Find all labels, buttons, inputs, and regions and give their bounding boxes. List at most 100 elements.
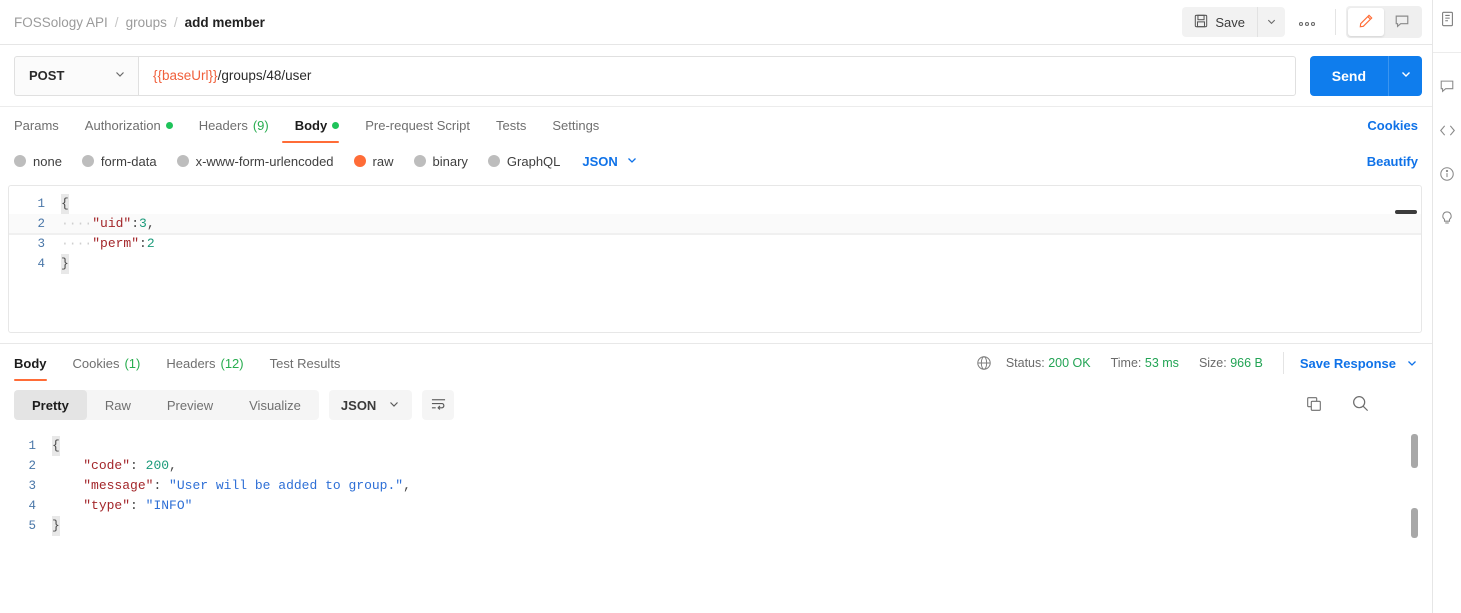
save-response-button[interactable]: Save Response (1300, 356, 1396, 371)
comment-icon[interactable] (1436, 75, 1458, 97)
breadcrumb-folder[interactable]: groups (126, 15, 167, 30)
edit-mode-button[interactable] (1348, 8, 1384, 36)
send-button[interactable]: Send (1309, 55, 1388, 96)
code-line: 2 ···· "uid":3, (9, 214, 1421, 234)
body-type-urlencoded[interactable]: x-www-form-urlencoded (176, 154, 334, 169)
tab-tests-label: Tests (495, 117, 527, 133)
body-row-right: Beautify (1367, 154, 1418, 169)
body-type-none[interactable]: none (14, 154, 62, 169)
response-scrollbar-thumb-top[interactable] (1411, 434, 1418, 468)
code-text: } (52, 516, 60, 536)
response-tab-test-results[interactable]: Test Results (257, 345, 354, 381)
chevron-down-icon (1400, 68, 1412, 83)
view-mode-pretty[interactable]: Pretty (14, 390, 87, 420)
documentation-icon[interactable] (1436, 8, 1458, 30)
tab-pre-request-script[interactable]: Pre-request Script (352, 107, 483, 143)
code-text: } (61, 254, 69, 274)
tab-settings[interactable]: Settings (539, 107, 612, 143)
url-variable: {{baseUrl}} (153, 68, 218, 83)
info-circle-icon[interactable] (1436, 163, 1458, 185)
beautify-link[interactable]: Beautify (1367, 154, 1418, 169)
header-divider (1335, 9, 1336, 35)
request-editor-scrollbar-thumb[interactable] (1395, 210, 1417, 214)
response-body-viewer[interactable]: 1 { 2 "code": 200, 3 "message": "User wi… (0, 428, 1432, 578)
response-scrollbar-thumb-bottom[interactable] (1411, 508, 1418, 538)
body-type-raw[interactable]: raw (353, 154, 394, 169)
breadcrumb-request[interactable]: add member (185, 15, 265, 30)
response-tab-headers[interactable]: Headers (12) (153, 345, 256, 381)
lightbulb-icon[interactable] (1436, 207, 1458, 229)
save-button-group: Save (1182, 7, 1285, 37)
line-number: 4 (37, 257, 45, 271)
radio-graphql-icon (487, 155, 500, 167)
send-options-button[interactable] (1388, 55, 1422, 96)
view-mode-raw[interactable]: Raw (87, 390, 149, 420)
ellipsis-icon (1298, 14, 1316, 31)
copy-icon[interactable] (1305, 395, 1323, 416)
chevron-down-icon (114, 68, 126, 83)
request-code-area[interactable]: 1 { 2 ···· "uid":3, 3 ···· "perm":2 4 } (9, 186, 1421, 274)
search-icon[interactable] (1351, 394, 1370, 416)
breadcrumb-collection[interactable]: FOSSology API (14, 15, 108, 30)
code-value: 3 (139, 216, 147, 231)
code-icon[interactable] (1436, 119, 1458, 141)
response-code-area[interactable]: 1 { 2 "code": 200, 3 "message": "User wi… (0, 428, 1432, 536)
more-actions-button[interactable] (1289, 7, 1325, 37)
save-button[interactable]: Save (1182, 7, 1257, 37)
code-separator: : (153, 478, 170, 493)
tab-settings-label: Settings (552, 117, 600, 133)
body-type-graphql[interactable]: GraphQL (487, 154, 560, 169)
response-meta: Status: 200 OK Time: 53 ms Size: 966 B S… (976, 352, 1418, 374)
tab-headers[interactable]: Headers (9) (186, 107, 282, 143)
globe-icon[interactable] (976, 355, 992, 371)
tab-authorization[interactable]: Authorization (72, 107, 186, 143)
request-body-editor[interactable]: 1 { 2 ···· "uid":3, 3 ···· "perm":2 4 } (8, 185, 1422, 333)
response-tab-cookies-count: (1) (124, 355, 141, 371)
chevron-down-icon[interactable] (1406, 357, 1418, 369)
tab-body[interactable]: Body (281, 107, 353, 143)
status-value: 200 OK (1048, 356, 1091, 370)
code-separator: : (139, 236, 147, 251)
code-key: "code" (83, 458, 131, 473)
comment-mode-button[interactable] (1384, 8, 1420, 36)
body-type-binary[interactable]: binary (413, 154, 468, 169)
save-options-button[interactable] (1257, 7, 1285, 37)
line-number: 3 (37, 237, 45, 251)
code-value: 200 (145, 458, 170, 473)
request-tabs: Params Authorization Headers (9) Body Pr… (0, 107, 1432, 143)
tab-tests[interactable]: Tests (483, 107, 539, 143)
comment-icon (1394, 13, 1410, 32)
view-mode-visualize[interactable]: Visualize (231, 390, 319, 420)
radio-none-icon (14, 155, 26, 167)
line-number: 5 (28, 519, 36, 533)
header-actions: Save (1182, 6, 1422, 38)
response-format-select[interactable]: JSON (328, 390, 413, 420)
code-separator: : (130, 458, 146, 473)
time-value: 53 ms (1144, 356, 1179, 370)
response-tab-body[interactable]: Body (14, 345, 60, 381)
postman-window: FOSSology API / groups / add member Save… (0, 0, 1461, 613)
line-number: 2 (28, 459, 36, 473)
word-wrap-button[interactable] (422, 390, 455, 420)
authorization-status-dot (165, 121, 173, 129)
view-mode-preview[interactable]: Preview (149, 390, 231, 420)
save-button-label: Save (1215, 14, 1245, 30)
response-format-label: JSON (340, 397, 377, 413)
url-input[interactable]: {{baseUrl}}/groups/48/user (138, 55, 1296, 96)
method-select[interactable]: POST (14, 55, 138, 96)
code-key: "message" (83, 478, 154, 493)
size-value: 966 B (1230, 356, 1263, 370)
cookies-link[interactable]: Cookies (1367, 118, 1418, 133)
body-status-dot (332, 121, 340, 129)
line-number: 4 (28, 499, 36, 513)
body-type-form-data[interactable]: form-data (81, 154, 157, 169)
code-separator: : (130, 498, 146, 513)
response-tab-cookies[interactable]: Cookies (1) (60, 345, 154, 381)
tab-params-label: Params (14, 117, 59, 133)
status-badge: Status: 200 OK (1006, 356, 1091, 370)
tab-params[interactable]: Params (14, 107, 72, 143)
body-format-select[interactable]: JSON (582, 154, 637, 169)
